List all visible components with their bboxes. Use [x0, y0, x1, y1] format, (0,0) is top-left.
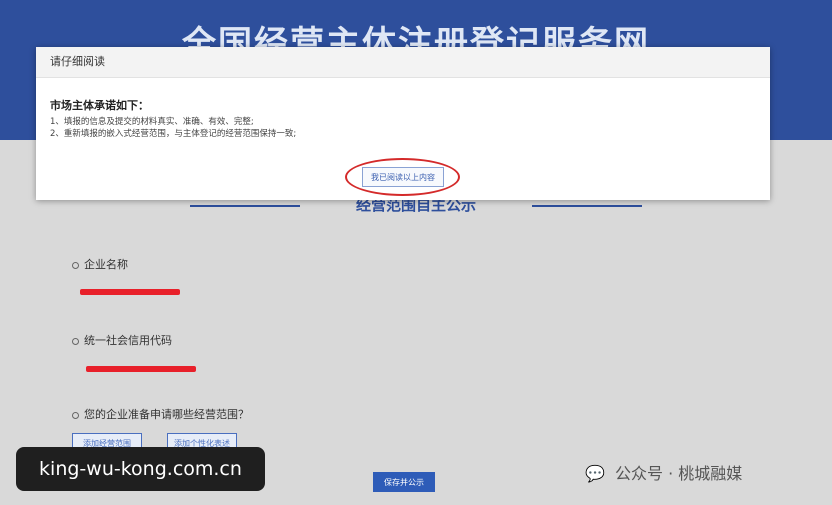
scope-question-text: 您的企业准备申请哪些经营范围？ — [84, 408, 249, 421]
bullet-icon — [72, 411, 79, 419]
commitment-title: 市场主体承诺如下： — [50, 99, 149, 112]
highlight-circle — [345, 158, 460, 196]
company-name-label: 企业名称 — [72, 256, 128, 272]
credit-code-label-text: 统一社会信用代码 — [84, 334, 172, 347]
modal-body: 市场主体承诺如下： 1、填报的信息及提交的材料真实、准确、有效、完整; 2、重新… — [50, 97, 756, 140]
commitment-item-1: 1、填报的信息及提交的材料真实、准确、有效、完整; — [50, 117, 254, 127]
watermark-left: king-wu-kong.com.cn — [16, 447, 265, 491]
credit-code-redaction — [86, 366, 196, 372]
bullet-icon — [72, 261, 79, 269]
bullet-icon — [72, 337, 79, 345]
watermark-right: 💬 公众号 · 桃城融媒 — [585, 460, 742, 484]
company-name-redaction — [80, 289, 180, 295]
credit-code-label: 统一社会信用代码 — [72, 332, 172, 348]
wechat-icon: 💬 — [585, 464, 605, 483]
watermark-right-text: 公众号 · 桃城融媒 — [615, 464, 743, 483]
company-name-label-text: 企业名称 — [84, 258, 128, 271]
scope-question-label: 您的企业准备申请哪些经营范围？ — [72, 406, 249, 422]
commitment-item-2: 2、重新填报的嵌入式经营范围，与主体登记的经营范围保持一致; — [50, 129, 297, 139]
section-divider-right — [532, 205, 642, 207]
section-divider-left — [190, 205, 300, 207]
save-and-publish-button[interactable]: 保存并公示 — [373, 472, 435, 492]
modal-header: 请仔细阅读 — [36, 47, 770, 78]
